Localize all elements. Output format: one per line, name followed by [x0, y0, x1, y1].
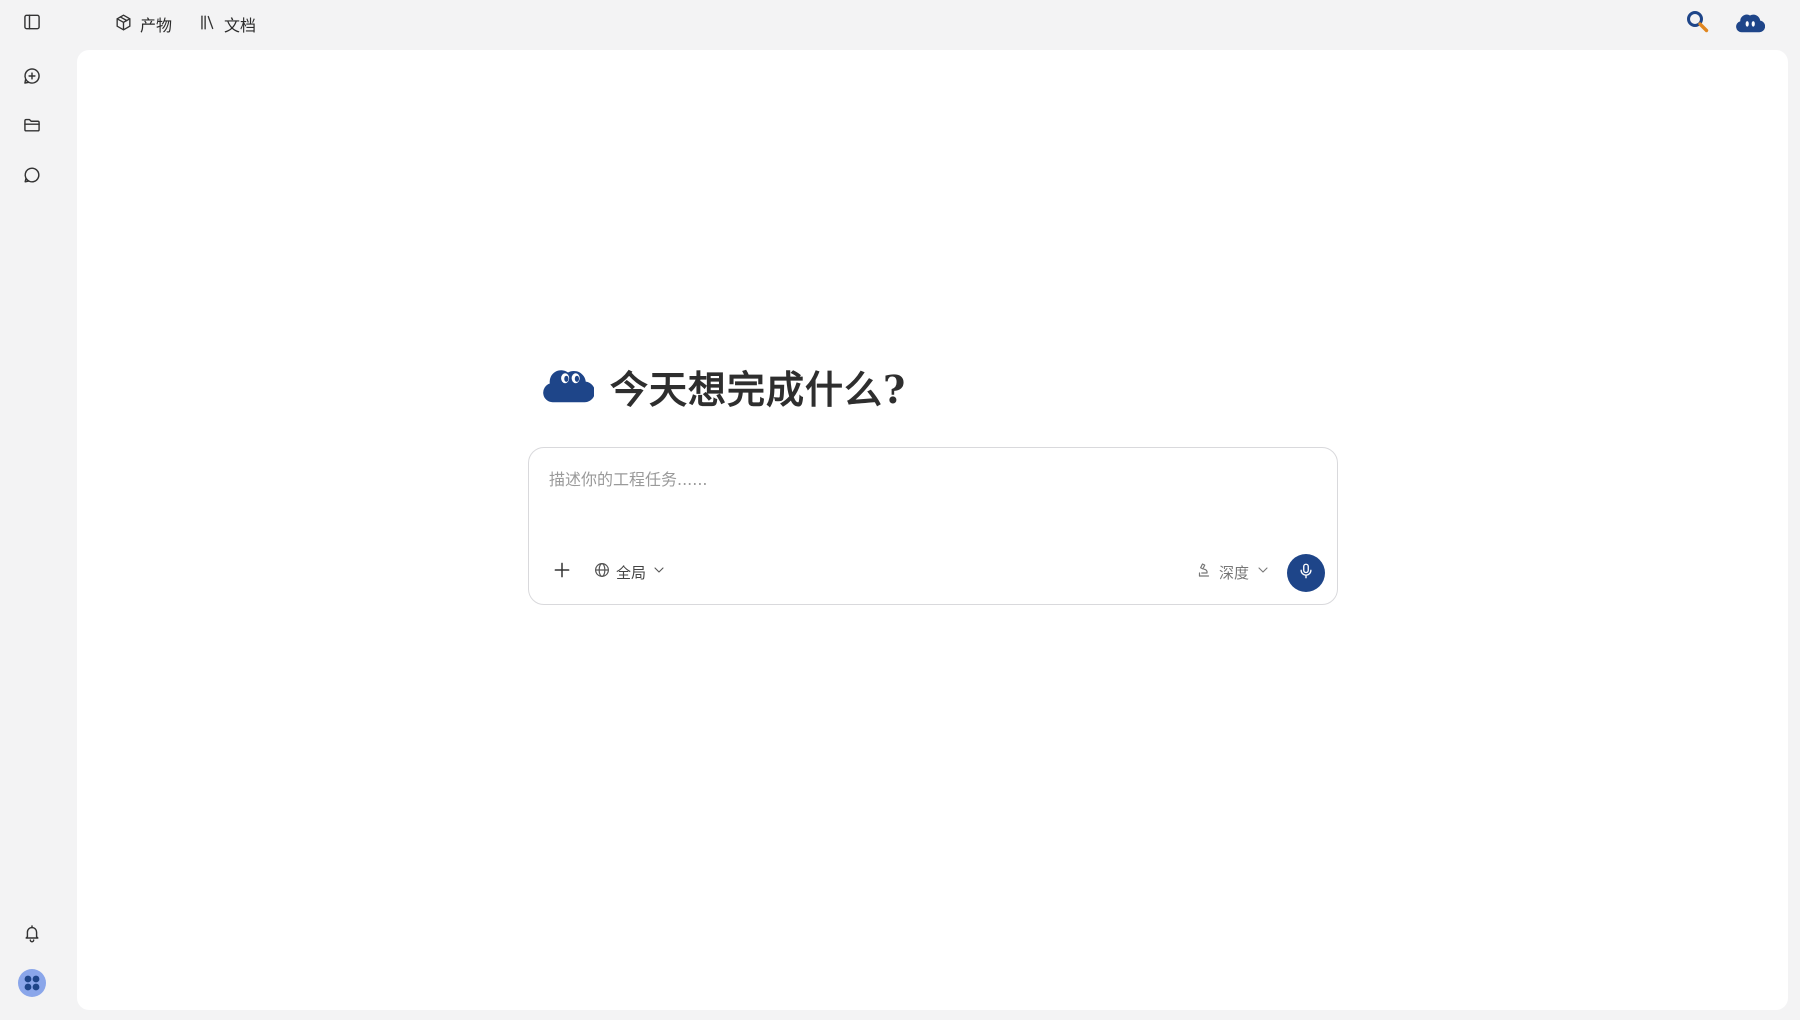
search-icon [1685, 9, 1711, 39]
folder-icon [22, 115, 42, 139]
cloud-mascot-icon [1735, 9, 1766, 39]
task-input[interactable] [547, 464, 1317, 524]
chevron-down-icon [651, 562, 667, 582]
cloud-logo-icon [542, 361, 595, 411]
top-nav: 产物 文档 [108, 8, 262, 40]
nav-item-label: 产物 [140, 16, 173, 35]
nav-item-docs[interactable]: 文档 [192, 8, 262, 40]
profile-button[interactable] [1734, 8, 1766, 40]
scope-label: 全局 [616, 563, 647, 582]
microscope-icon [1195, 561, 1213, 583]
plus-icon [552, 560, 572, 584]
apps-icon [18, 969, 46, 1001]
chevron-down-icon [1255, 562, 1271, 582]
notifications-button[interactable] [16, 919, 48, 951]
new-chat-button[interactable] [16, 62, 48, 94]
scope-dropdown[interactable]: 全局 [593, 557, 667, 587]
page-title: 今天想完成什么? [610, 366, 907, 412]
voice-input-button[interactable] [1287, 554, 1325, 592]
apps-button[interactable] [16, 969, 48, 1001]
microphone-icon [1297, 562, 1315, 584]
depth-label: 深度 [1218, 563, 1249, 582]
add-attachment-button[interactable] [547, 557, 577, 587]
files-button[interactable] [16, 111, 48, 143]
depth-dropdown[interactable]: 深度 [1195, 557, 1271, 587]
bell-icon [22, 923, 42, 947]
sidebar-toggle-button[interactable] [16, 8, 48, 40]
globe-icon [593, 561, 611, 583]
new-chat-icon [22, 66, 42, 90]
chat-bubble-icon [22, 165, 42, 189]
library-icon [198, 13, 217, 36]
top-right-actions [1682, 8, 1766, 40]
package-icon [114, 13, 133, 36]
nav-item-artifacts[interactable]: 产物 [108, 8, 178, 40]
left-rail [0, 0, 64, 1020]
sidebar-toggle-icon [22, 12, 42, 36]
hero: 今天想完成什么? [542, 359, 906, 413]
conversations-button[interactable] [16, 161, 48, 193]
task-composer: 全局 深度 [528, 447, 1338, 605]
nav-item-label: 文档 [224, 16, 257, 35]
search-button[interactable] [1682, 8, 1714, 40]
